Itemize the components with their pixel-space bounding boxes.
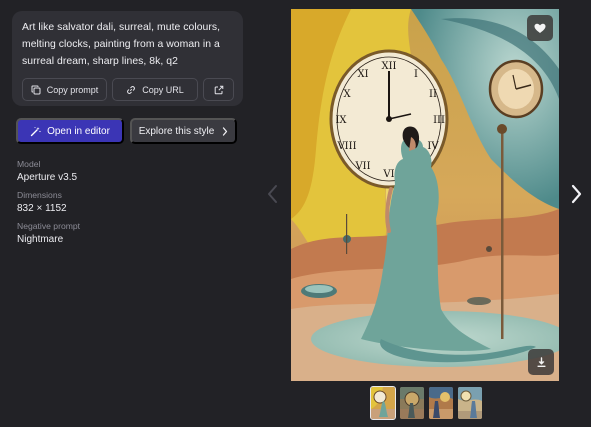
svg-text:X: X: [343, 89, 351, 100]
explore-style-label: Explore this style: [138, 125, 215, 137]
copy-url-button[interactable]: Copy URL: [112, 78, 198, 101]
model-value: Aperture v3.5: [17, 172, 78, 183]
prompt-actions: Copy prompt Copy URL: [22, 78, 234, 101]
svg-text:IV: IV: [427, 141, 439, 152]
svg-text:XII: XII: [381, 61, 396, 72]
dimensions-value: 832 × 1152: [17, 203, 67, 214]
model-label: Model: [17, 159, 41, 169]
svg-text:VI: VI: [382, 169, 394, 180]
copy-prompt-button[interactable]: Copy prompt: [22, 78, 107, 101]
open-in-editor-label: Open in editor: [47, 125, 110, 137]
explore-style-button[interactable]: Explore this style: [130, 118, 237, 144]
heart-icon: [534, 23, 546, 34]
dimensions-label: Dimensions: [17, 190, 62, 200]
external-link-icon: [214, 85, 224, 95]
thumbnail-3[interactable]: [429, 387, 453, 419]
negative-prompt-label: Negative prompt: [17, 221, 81, 231]
prompt-text: Art like salvator dali, surreal, mute co…: [22, 22, 221, 67]
copy-url-label: Copy URL: [142, 84, 184, 95]
download-icon: [536, 356, 547, 368]
copy-icon: [31, 85, 41, 95]
next-image-button[interactable]: [569, 183, 583, 205]
svg-text:III: III: [433, 115, 445, 126]
dimensions-section: Dimensions 832 × 1152: [17, 190, 67, 215]
copy-prompt-label: Copy prompt: [46, 84, 99, 95]
generated-image: XIIIII IIIIVV VIVIIVIII IXXXI: [291, 9, 559, 381]
download-button[interactable]: [528, 349, 554, 375]
svg-text:I: I: [414, 69, 418, 80]
svg-text:VII: VII: [354, 161, 370, 172]
svg-text:XI: XI: [357, 69, 368, 80]
chevron-right-icon: [569, 184, 583, 209]
model-section: Model Aperture v3.5: [17, 159, 77, 184]
magic-wand-icon: [30, 126, 41, 137]
svg-text:IX: IX: [335, 115, 347, 126]
open-external-button[interactable]: [203, 78, 234, 101]
small-clock: [488, 59, 544, 119]
link-icon: [126, 85, 136, 95]
negative-prompt-value: Nightmare: [17, 234, 64, 245]
chevron-left-icon: [266, 185, 280, 209]
open-in-editor-button[interactable]: Open in editor: [16, 118, 124, 144]
thumbnail-strip: [370, 386, 482, 420]
thumbnail-1[interactable]: [370, 386, 396, 420]
thumbnail-2[interactable]: [400, 387, 424, 419]
svg-text:II: II: [429, 89, 437, 100]
favorite-button[interactable]: [527, 15, 553, 41]
svg-text:VIII: VIII: [336, 141, 356, 152]
thumbnail-4[interactable]: [458, 387, 482, 419]
prompt-card: Art like salvator dali, surreal, mute co…: [12, 11, 243, 106]
chevron-right-icon: [222, 126, 228, 136]
surreal-painting-illustration: XIIIII IIIIVV VIVIIVIII IXXXI: [291, 9, 559, 381]
previous-image-button[interactable]: [266, 183, 280, 205]
negative-prompt-section: Negative prompt Nightmare: [17, 221, 80, 246]
